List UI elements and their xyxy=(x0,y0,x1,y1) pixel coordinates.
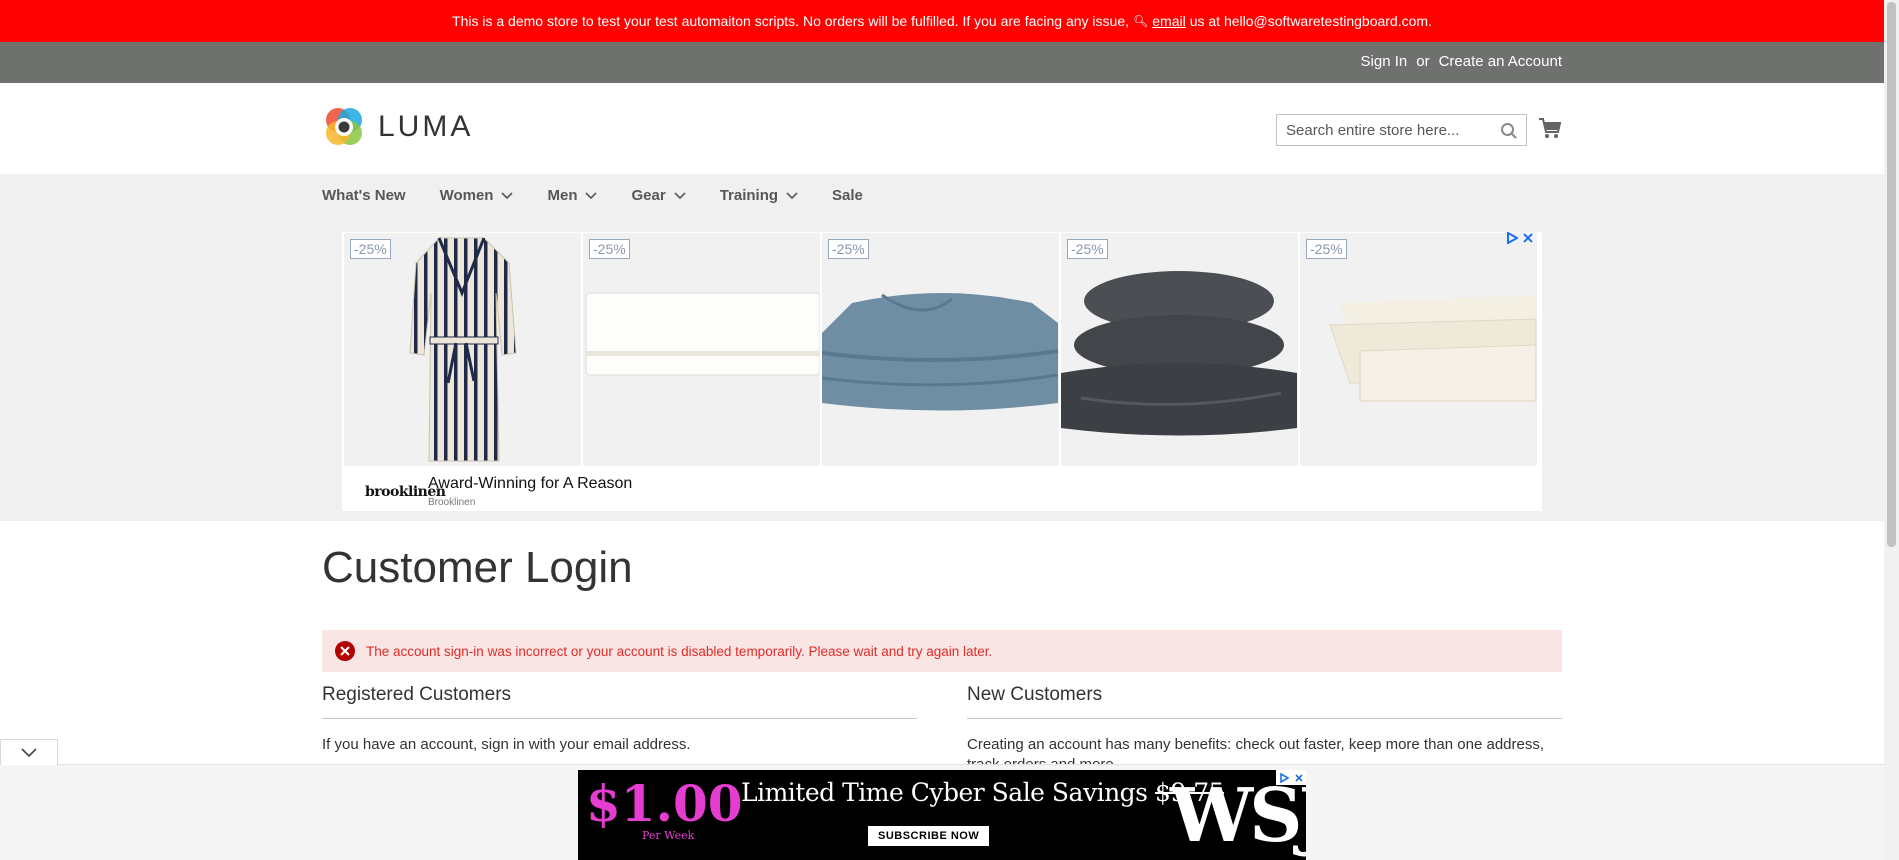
nav-item-men[interactable]: Men xyxy=(547,187,598,204)
search-icon[interactable] xyxy=(1500,122,1518,140)
brooklinen-ad[interactable]: -25% -25% -25% -25% -25% brooklinen Awar… xyxy=(342,232,1542,511)
demo-notice-contact: us at hello@softwaretestingboard.com. xyxy=(1189,13,1432,29)
chevron-down-icon xyxy=(21,747,37,757)
site-header: LUMA xyxy=(0,83,1884,174)
discount-badge: -25% xyxy=(828,239,869,259)
wsj-headline: Limited Time Cyber Sale Savings $9.75 xyxy=(741,778,1225,807)
scrollbar-thumb[interactable] xyxy=(1887,2,1896,547)
nav-item-sale[interactable]: Sale xyxy=(832,187,863,204)
registered-customers-title: Registered Customers xyxy=(322,684,917,719)
discount-badge: -25% xyxy=(350,239,391,259)
registered-customers-text: If you have an account, sign in with you… xyxy=(322,736,691,753)
ad-product-grey-bedding[interactable]: -25% xyxy=(1061,233,1298,466)
create-account-link[interactable]: Create an Account xyxy=(1439,53,1562,70)
nav-item-label: Training xyxy=(719,187,779,204)
nav-item-label: What's New xyxy=(322,187,406,204)
magnifier-icon: 🔍︎ xyxy=(1133,14,1149,28)
wsj-price: $1.00 xyxy=(586,774,743,833)
store-logo[interactable]: LUMA xyxy=(322,105,473,149)
new-customers-title: New Customers xyxy=(967,684,1562,719)
sheet-image xyxy=(585,292,820,376)
wsj-headline-text: Limited Time Cyber Sale Savings xyxy=(741,778,1148,807)
header-links-separator: or xyxy=(1416,53,1430,70)
chevron-down-icon xyxy=(585,191,598,199)
new-customers-block: New Customers Creating an account has ma… xyxy=(967,684,1562,775)
discount-badge: -25% xyxy=(1306,239,1347,259)
demo-notice-bar: This is a demo store to test your test a… xyxy=(0,0,1884,42)
main-navigation: What's New Women Men Gear Training Sale xyxy=(0,174,1884,521)
collapse-ad-button[interactable] xyxy=(0,739,58,765)
nav-item-whats-new[interactable]: What's New xyxy=(322,187,406,204)
chevron-down-icon xyxy=(501,191,514,199)
robe-image xyxy=(409,237,517,462)
adchoices-icon[interactable] xyxy=(1506,232,1518,244)
nav-item-label: Sale xyxy=(832,187,863,204)
sign-in-link[interactable]: Sign In xyxy=(1361,53,1408,70)
blue-duvet-image xyxy=(822,293,1059,411)
wsj-ad[interactable]: $1.00 Per Week Limited Time Cyber Sale S… xyxy=(578,770,1306,860)
wsj-per-week: Per Week xyxy=(642,829,695,842)
ad-advertiser: Brooklinen xyxy=(428,497,476,508)
ad-product-white-sheets[interactable]: -25% xyxy=(1300,233,1537,466)
ad-product-robe[interactable]: -25% xyxy=(344,233,581,466)
error-icon xyxy=(335,641,355,661)
adchoices-icon[interactable] xyxy=(1276,770,1291,785)
close-icon[interactable] xyxy=(1522,232,1534,244)
ad-product-sheet[interactable]: -25% xyxy=(583,233,820,466)
email-link[interactable]: email xyxy=(1152,13,1185,29)
error-message: The account sign-in was incorrect or you… xyxy=(322,630,1562,672)
white-sheets-image xyxy=(1329,295,1537,402)
search-input[interactable] xyxy=(1286,121,1486,139)
page-scrollbar[interactable] xyxy=(1884,0,1899,860)
wsj-logo: WSJ xyxy=(1170,773,1306,859)
nav-item-label: Men xyxy=(547,187,578,204)
luma-logo-icon xyxy=(326,108,362,145)
close-icon[interactable] xyxy=(1291,770,1306,785)
ad-product-blue-duvet[interactable]: -25% xyxy=(822,233,1059,466)
subscribe-now-button[interactable]: SUBSCRIBE NOW xyxy=(868,826,990,846)
registered-customers-block: Registered Customers If you have an acco… xyxy=(322,684,917,755)
page-title: Customer Login xyxy=(322,543,633,592)
nav-item-label: Gear xyxy=(631,187,666,204)
chevron-down-icon xyxy=(786,191,798,199)
logo-text: LUMA xyxy=(378,110,474,143)
nav-item-gear[interactable]: Gear xyxy=(631,187,686,204)
discount-badge: -25% xyxy=(589,239,630,259)
discount-badge: -25% xyxy=(1067,239,1108,259)
nav-item-women[interactable]: Women xyxy=(440,187,514,204)
grey-bedding-image xyxy=(1061,271,1297,436)
search-box xyxy=(1276,114,1527,146)
panel-header: Sign In or Create an Account xyxy=(0,42,1884,83)
cart-icon[interactable] xyxy=(1538,116,1562,140)
nav-item-training[interactable]: Training xyxy=(720,187,798,204)
ad-headline[interactable]: Award-Winning for A Reason xyxy=(428,475,632,493)
demo-notice-text: This is a demo store to test your test a… xyxy=(452,13,1130,29)
nav-item-label: Women xyxy=(439,187,494,204)
error-message-text: The account sign-in was incorrect or you… xyxy=(366,643,993,659)
chevron-down-icon xyxy=(674,191,686,199)
